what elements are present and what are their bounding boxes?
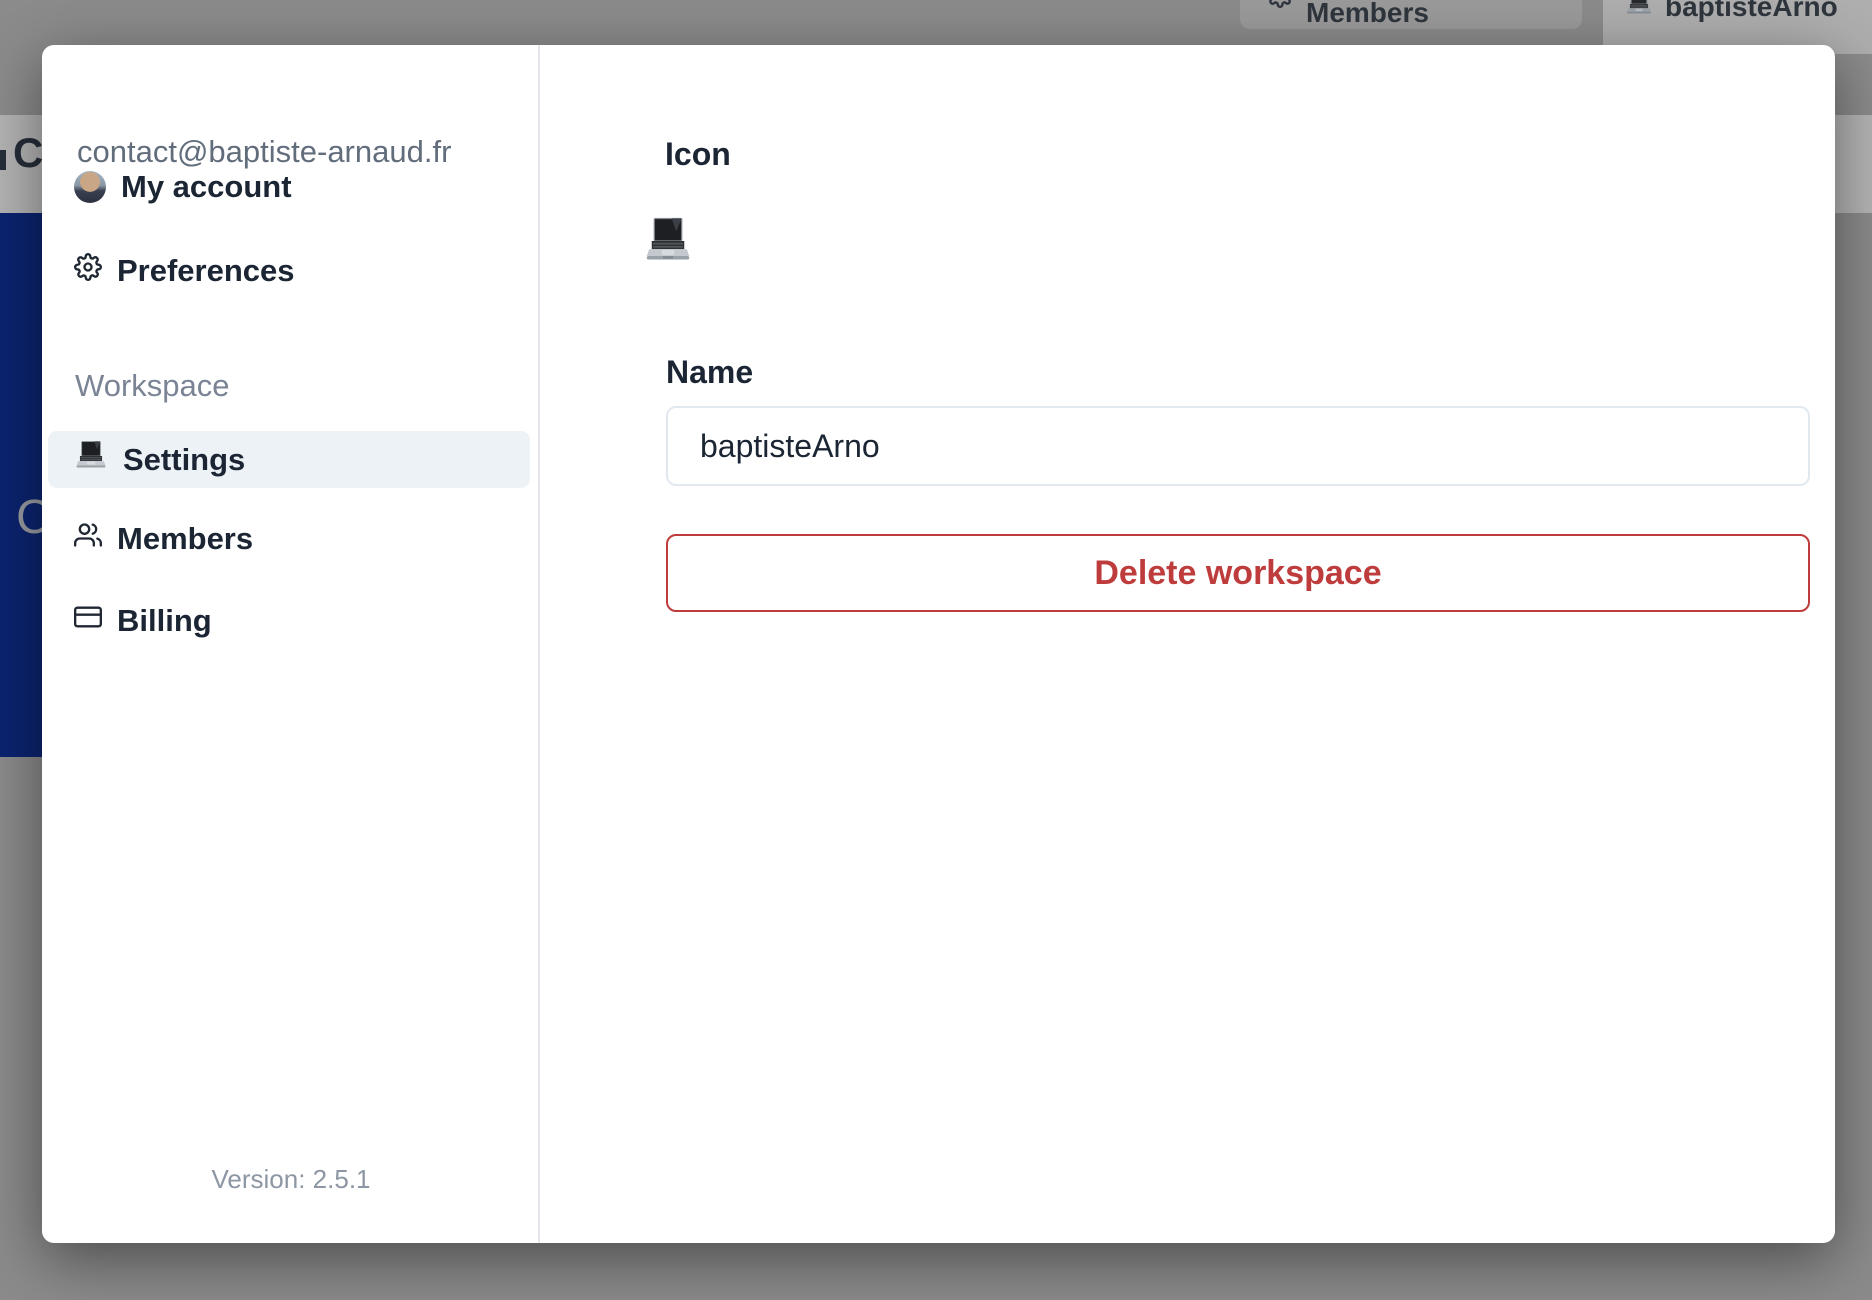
- laptop-icon: [74, 439, 108, 481]
- workspace-switcher-label: baptisteArno: [1665, 0, 1838, 22]
- sidebar-item-label: Billing: [117, 603, 212, 638]
- gear-icon: [74, 253, 103, 289]
- gear-icon: [1266, 0, 1294, 15]
- sidebar-section-workspace: Workspace: [75, 368, 230, 403]
- workspace-icon-picker[interactable]: [639, 213, 697, 271]
- sidebar-item-label: Members: [117, 521, 254, 556]
- sidebar-item-members[interactable]: Members: [48, 511, 530, 567]
- laptop-emoji-icon: [643, 216, 693, 269]
- workspace-name-input[interactable]: [666, 406, 1810, 486]
- workspace-settings-pane: Icon Name Delete workspace: [542, 45, 1835, 1243]
- sidebar-item-label: Settings: [123, 441, 246, 477]
- delete-workspace-label: Delete workspace: [1094, 553, 1382, 592]
- sidebar-item-label: Preferences: [117, 253, 295, 288]
- settings-sidebar: contact@baptiste-arnaud.fr My account Pr…: [42, 45, 540, 1243]
- settings-members-button[interactable]: Settings & Members: [1240, 0, 1582, 29]
- laptop-icon: [1625, 0, 1653, 25]
- sidebar-item-settings[interactable]: Settings: [48, 431, 530, 488]
- user-avatar: [74, 171, 106, 203]
- backdrop-clipped-glyph-fragment: [0, 150, 6, 170]
- name-label: Name: [666, 354, 754, 390]
- version-text: Version: 2.5.1: [211, 1164, 371, 1194]
- settings-members-label: Settings & Members: [1306, 0, 1429, 28]
- sidebar-item-my-account[interactable]: My account: [48, 159, 530, 215]
- icon-label: Icon: [665, 136, 731, 172]
- delete-workspace-button[interactable]: Delete workspace: [666, 534, 1810, 612]
- credit-card-icon: [74, 603, 103, 639]
- users-icon: [74, 521, 103, 557]
- sidebar-item-preferences[interactable]: Preferences: [48, 243, 530, 299]
- settings-modal: contact@baptiste-arnaud.fr My account Pr…: [42, 45, 1835, 1243]
- sidebar-item-billing[interactable]: Billing: [48, 593, 530, 649]
- sidebar-item-label: My account: [121, 169, 292, 204]
